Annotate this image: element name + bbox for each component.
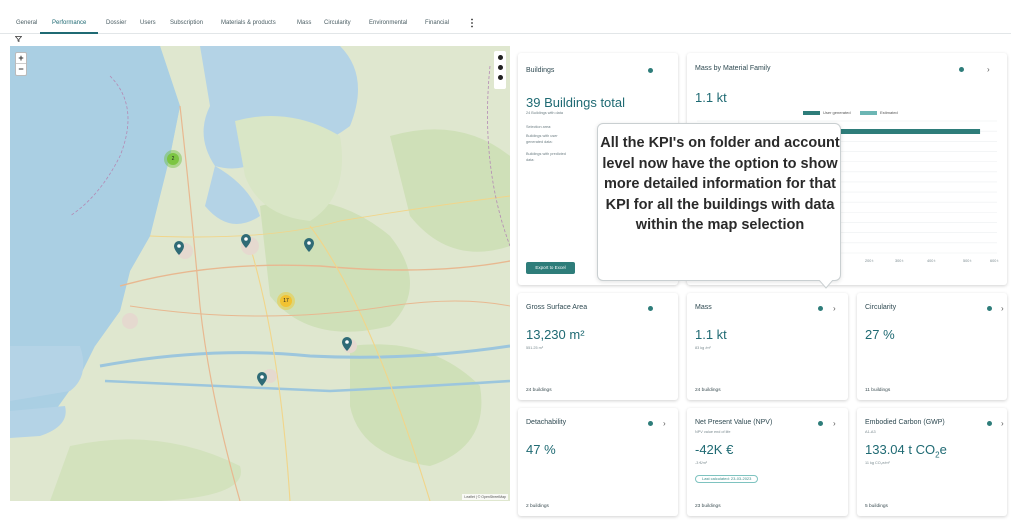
- kpi-building-count: 24 buildings: [695, 388, 721, 393]
- kpi-value: 133.04 t CO2e: [865, 442, 947, 460]
- tab-subscription[interactable]: Subscription: [170, 20, 203, 26]
- chevron-right-icon[interactable]: ›: [1001, 420, 1004, 428]
- kpi-card-gross-surface-area: Gross Surface Area 13,230 m² 551.25 m² 2…: [518, 293, 678, 400]
- kpi-value-number: 133.04 t CO: [865, 442, 936, 457]
- info-dot-icon[interactable]: [818, 421, 823, 426]
- chevron-right-icon[interactable]: ›: [833, 420, 836, 428]
- chevron-right-icon[interactable]: ›: [833, 305, 836, 313]
- chevron-right-icon[interactable]: ›: [1001, 305, 1004, 313]
- callout-text: All the KPI's on folder and account leve…: [600, 135, 840, 233]
- kpi-subtitle: A1-A3: [865, 430, 876, 434]
- cluster-count: 2: [167, 153, 179, 165]
- info-dot-icon[interactable]: [648, 306, 653, 311]
- map-pin-icon[interactable]: [241, 234, 251, 248]
- tab-bar: General Performance Dossier Users Subscr…: [0, 10, 1011, 34]
- map-layers-control[interactable]: [494, 51, 506, 89]
- kpi-value: -42K €: [695, 442, 734, 457]
- tab-financial[interactable]: Financial: [425, 20, 449, 26]
- user-generated-label: Buildings with user: [526, 134, 558, 138]
- info-dot-icon[interactable]: [818, 306, 823, 311]
- kpi-building-count: 23 buildings: [695, 504, 721, 509]
- kpi-building-count: 5 buildings: [865, 504, 888, 509]
- chart-tick-label: 600 t: [990, 259, 999, 263]
- tab-environmental[interactable]: Environmental: [369, 20, 407, 26]
- user-generated-label-2: generated data:: [526, 140, 553, 144]
- predicted-label-2: data:: [526, 158, 535, 162]
- chevron-right-icon[interactable]: ›: [663, 420, 666, 428]
- info-dot-icon[interactable]: [987, 306, 992, 311]
- zoom-control: + −: [15, 52, 27, 76]
- map-pin-icon[interactable]: [304, 238, 314, 252]
- card-title: Embodied Carbon (GWP): [865, 419, 945, 426]
- predicted-label: Buildings with predicted: [526, 152, 566, 156]
- marker-cluster[interactable]: 2: [164, 150, 182, 168]
- marker-cluster[interactable]: 17: [277, 292, 295, 310]
- callout-pointer: [819, 280, 833, 289]
- info-dot-icon[interactable]: [648, 68, 653, 73]
- kpi-value: 1.1 kt: [695, 327, 727, 342]
- kpi-value: 13,230 m²: [526, 327, 585, 342]
- layer-dot-icon[interactable]: [497, 55, 503, 60]
- buildings-total: 39 Buildings total: [526, 95, 626, 110]
- selection-area-label: Selection area:: [526, 125, 552, 129]
- map-tiles: [10, 46, 510, 501]
- info-dot-icon[interactable]: [987, 421, 992, 426]
- buildings-with-data: 24 Buildings with data: [526, 111, 563, 115]
- kpi-building-count: 11 buildings: [865, 388, 891, 393]
- kpi-card-detachability: Detachability › 47 % 2 buildings: [518, 408, 678, 516]
- kpi-sub: -3 €/m²: [695, 461, 708, 465]
- layer-dot-icon[interactable]: [497, 65, 503, 70]
- zoom-out-button[interactable]: −: [16, 64, 26, 75]
- map-pin-icon[interactable]: [342, 337, 352, 351]
- cluster-count: 17: [280, 295, 292, 307]
- tab-users[interactable]: Users: [140, 20, 156, 26]
- tab-materials-products[interactable]: Materials & products: [221, 20, 276, 26]
- tab-performance[interactable]: Performance: [52, 20, 86, 26]
- card-title: Gross Surface Area: [526, 304, 588, 311]
- chart-tick-label: 200 t: [865, 259, 874, 263]
- kpi-building-count: 2 buildings: [526, 504, 549, 509]
- filter-icon[interactable]: [15, 36, 22, 42]
- card-title: Buildings: [526, 67, 555, 74]
- active-tab-indicator: [40, 32, 98, 34]
- chart-tick-label: 300 t: [895, 259, 904, 263]
- tab-mass[interactable]: Mass: [297, 20, 311, 26]
- kpi-value-suffix: e: [939, 442, 947, 457]
- kpi-card-mass: Mass › 1.1 kt 83 kg /m² 24 buildings: [687, 293, 848, 400]
- kpi-subtitle: NPV value end of life: [695, 430, 731, 434]
- card-title: Net Present Value (NPV): [695, 419, 773, 426]
- announcement-callout: All the KPI's on folder and account leve…: [597, 123, 841, 289]
- kpi-value: 27 %: [865, 327, 895, 342]
- map-pin-icon[interactable]: [174, 241, 184, 255]
- kpi-card-gwp: Embodied Carbon (GWP) › A1-A3 133.04 t C…: [857, 408, 1007, 516]
- kpi-card-circularity: Circularity › 27 % 11 buildings: [857, 293, 1007, 400]
- more-vertical-icon[interactable]: [470, 18, 474, 28]
- zoom-in-button[interactable]: +: [16, 53, 26, 64]
- map-view[interactable]: + − 2 17 Leaflet | © OpenStreetMap: [10, 46, 510, 501]
- tab-dossier[interactable]: Dossier: [106, 20, 126, 26]
- card-title: Circularity: [865, 304, 897, 311]
- kpi-building-count: 24 buildings: [526, 388, 552, 393]
- tab-general[interactable]: General: [16, 20, 37, 26]
- kpi-card-npv: Net Present Value (NPV) › NPV value end …: [687, 408, 848, 516]
- kpi-value: 47 %: [526, 442, 556, 457]
- export-to-excel-button[interactable]: Export to Excel: [526, 262, 575, 274]
- card-title: Mass: [695, 304, 712, 311]
- layer-dot-icon[interactable]: [497, 75, 503, 80]
- kpi-sub: 83 kg /m²: [695, 346, 711, 350]
- kpi-sub: 551.25 m²: [526, 346, 544, 350]
- kpi-sub: 11 kg CO₂e/m²: [865, 461, 890, 465]
- map-attribution[interactable]: Leaflet | © OpenStreetMap: [462, 494, 508, 500]
- chart-tick-label: 400 t: [927, 259, 936, 263]
- tab-circularity[interactable]: Circularity: [324, 20, 351, 26]
- last-calculated-badge: Last calculated: 23-03-2023: [695, 475, 759, 483]
- info-dot-icon[interactable]: [648, 421, 653, 426]
- map-pin-icon[interactable]: [257, 372, 267, 386]
- chart-tick-label: 500 t: [963, 259, 972, 263]
- card-title: Detachability: [526, 419, 567, 426]
